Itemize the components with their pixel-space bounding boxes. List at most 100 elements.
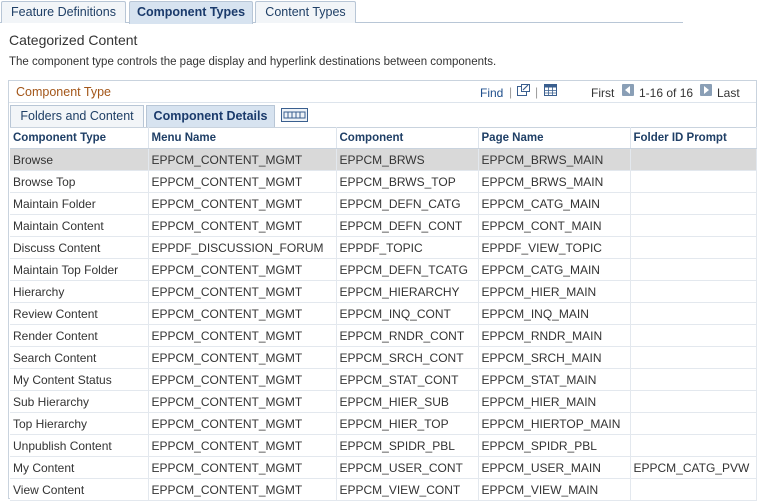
cell-component: EPPCM_BRWS (336, 148, 479, 171)
table-row[interactable]: View Content EPPCM_CONTENT_MGMT EPPCM_VIEW… (10, 478, 757, 501)
cell-page-name: EPPCM_CONT_MAIN (478, 214, 631, 237)
tab-component-types[interactable]: Component Types (129, 1, 253, 24)
cell-component-type: View Content (10, 478, 149, 501)
cell-page-name: EPPCM_RNDR_MAIN (478, 324, 631, 347)
cell-component-type: My Content Status (10, 368, 149, 391)
cell-page-name: EPPCM_HIERTOP_MAIN (478, 412, 631, 435)
table-row[interactable]: Maintain Folder EPPCM_CONTENT_MGMT EPPCM_D… (10, 192, 757, 215)
column-header-folder-id-prompt[interactable]: Folder ID Prompt (630, 127, 757, 149)
separator: | (509, 85, 513, 99)
column-header-menu-name[interactable]: Menu Name (148, 127, 337, 149)
cell-menu-name: EPPCM_CONTENT_MGMT (148, 302, 337, 325)
grid-header: Component Type Find | | First 1-16 of 16 (9, 81, 756, 103)
zoom-window-icon[interactable] (517, 84, 530, 96)
cell-page-name: EPPCM_USER_MAIN (478, 456, 631, 479)
show-all-columns-icon[interactable] (281, 108, 308, 122)
column-header-component-type[interactable]: Component Type (10, 127, 149, 149)
cell-folder-id-prompt (630, 280, 757, 303)
cell-menu-name: EPPCM_CONTENT_MGMT (148, 346, 337, 369)
column-header-page-name[interactable]: Page Name (478, 127, 631, 149)
cell-component: EPPCM_SRCH_CONT (336, 346, 479, 369)
table-row[interactable]: My Content Status EPPCM_CONTENT_MGMT EPPCM… (10, 368, 757, 391)
cell-folder-id-prompt (630, 258, 757, 281)
cell-component: EPPCM_VIEW_CONT (336, 478, 479, 501)
tab-component-details[interactable]: Component Details (146, 105, 275, 127)
table-row[interactable]: Search Content EPPCM_CONTENT_MGMT EPPCM_SR… (10, 346, 757, 369)
table-row[interactable]: Maintain Top Folder EPPCM_CONTENT_MGMT EPP… (10, 258, 757, 281)
cell-folder-id-prompt (630, 346, 757, 369)
row-count: 1-16 of 16 (639, 86, 694, 100)
cell-menu-name: EPPCM_CONTENT_MGMT (148, 368, 337, 391)
cell-folder-id-prompt (630, 148, 757, 171)
cell-menu-name: EPPCM_CONTENT_MGMT (148, 280, 337, 303)
page-description: The component type controls the page dis… (9, 56, 497, 68)
cell-page-name: EPPCM_STAT_MAIN (478, 368, 631, 391)
cell-folder-id-prompt (630, 368, 757, 391)
cell-folder-id-prompt (630, 214, 757, 237)
cell-page-name: EPPCM_VIEW_MAIN (478, 478, 631, 501)
cell-page-name: EPPCM_INQ_MAIN (478, 302, 631, 325)
cell-component: EPPCM_INQ_CONT (336, 302, 479, 325)
cell-component-type: Maintain Top Folder (10, 258, 149, 281)
cell-folder-id-prompt (630, 236, 757, 259)
cell-menu-name: EPPCM_CONTENT_MGMT (148, 258, 337, 281)
spreadsheet-download-icon[interactable] (544, 84, 557, 96)
cell-component: EPPCM_DEFN_TCATG (336, 258, 479, 281)
cell-folder-id-prompt (630, 478, 757, 501)
cell-component-type: Sub Hierarchy (10, 390, 149, 413)
cell-menu-name: EPPCM_CONTENT_MGMT (148, 434, 337, 457)
cell-menu-name: EPPCM_CONTENT_MGMT (148, 456, 337, 479)
table-header-row: Component Type Menu Name Component Page … (10, 127, 757, 149)
cell-component: EPPCM_HIER_TOP (336, 412, 479, 435)
table-row[interactable]: My Content EPPCM_CONTENT_MGMT EPPCM_USER_C… (10, 456, 757, 479)
table-row[interactable]: Hierarchy EPPCM_CONTENT_MGMT EPPCM_HIERARC… (10, 280, 757, 303)
component-details-table: Component Type Menu Name Component Page … (10, 127, 757, 501)
cell-component-type: Unpublish Content (10, 434, 149, 457)
table-row[interactable]: Maintain Content EPPCM_CONTENT_MGMT EPPCM_… (10, 214, 757, 237)
cell-component-type: Maintain Folder (10, 192, 149, 215)
find-link[interactable]: Find (480, 86, 503, 100)
cell-component-type: Browse Top (10, 170, 149, 193)
table-body: Browse EPPCM_CONTENT_MGMT EPPCM_BRWS EPPCM_… (10, 148, 757, 501)
cell-menu-name: EPPCM_CONTENT_MGMT (148, 478, 337, 501)
cell-menu-name: EPPCM_CONTENT_MGMT (148, 148, 337, 171)
cell-page-name: EPPCM_BRWS_MAIN (478, 148, 631, 171)
last-label: Last (717, 86, 740, 100)
cell-component: EPPCM_RNDR_CONT (336, 324, 479, 347)
table-row[interactable]: Review Content EPPCM_CONTENT_MGMT EPPCM_IN… (10, 302, 757, 325)
first-label: First (591, 86, 615, 100)
cell-folder-id-prompt (630, 192, 757, 215)
table-row[interactable]: Sub Hierarchy EPPCM_CONTENT_MGMT EPPCM_HIE… (10, 390, 757, 413)
previous-arrow-icon[interactable] (622, 84, 634, 96)
cell-component-type: Discuss Content (10, 236, 149, 259)
table-row[interactable]: Unpublish Content EPPCM_CONTENT_MGMT EPPCM… (10, 434, 757, 457)
cell-folder-id-prompt (630, 170, 757, 193)
table-row[interactable]: Browse Top EPPCM_CONTENT_MGMT EPPCM_BRWS_T… (10, 170, 757, 193)
tab-content-types[interactable]: Content Types (255, 1, 356, 23)
cell-component-type: Search Content (10, 346, 149, 369)
table-row[interactable]: Top Hierarchy EPPCM_CONTENT_MGMT EPPCM_HIE… (10, 412, 757, 435)
separator: | (535, 85, 539, 99)
cell-component-type: Browse (10, 148, 149, 171)
cell-folder-id-prompt: EPPCM_CATG_PVW (630, 456, 757, 479)
cell-page-name: EPPCM_CATG_MAIN (478, 258, 631, 281)
cell-component: EPPCM_BRWS_TOP (336, 170, 479, 193)
cell-component: EPPCM_USER_CONT (336, 456, 479, 479)
tab-folders-and-content[interactable]: Folders and Content (10, 105, 144, 127)
cell-page-name: EPPCM_HIER_MAIN (478, 280, 631, 303)
table-row[interactable]: Render Content EPPCM_CONTENT_MGMT EPPCM_RN… (10, 324, 757, 347)
page-title: Categorized Content (9, 32, 138, 48)
cell-folder-id-prompt (630, 390, 757, 413)
table-row[interactable]: Discuss Content EPPDF_DISCUSSION_FORUM EPP… (10, 236, 757, 259)
cell-page-name: EPPCM_CATG_MAIN (478, 192, 631, 215)
table-row[interactable]: Browse EPPCM_CONTENT_MGMT EPPCM_BRWS EPPCM_… (10, 148, 757, 171)
tab-feature-definitions[interactable]: Feature Definitions (1, 1, 126, 23)
cell-page-name: EPPCM_BRWS_MAIN (478, 170, 631, 193)
cell-component-type: Top Hierarchy (10, 412, 149, 435)
cell-component: EPPCM_STAT_CONT (336, 368, 479, 391)
cell-page-name: EPPCM_SPIDR_PBL (478, 434, 631, 457)
next-arrow-icon[interactable] (700, 84, 712, 96)
cell-menu-name: EPPCM_CONTENT_MGMT (148, 324, 337, 347)
cell-component-type: Review Content (10, 302, 149, 325)
column-header-component[interactable]: Component (336, 127, 479, 149)
